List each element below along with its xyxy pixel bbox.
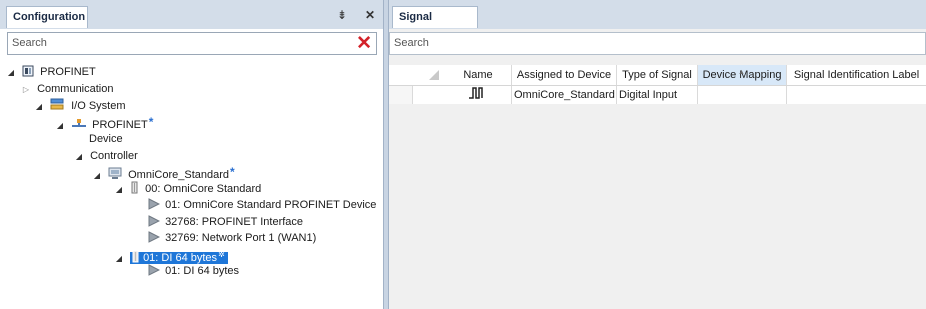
submodule-icon xyxy=(148,198,161,215)
expand-arrow-icon[interactable]: ◢ xyxy=(6,65,16,81)
cell-type-of-signal[interactable]: Digital Input xyxy=(617,86,698,104)
modified-marker-icon: ✲ xyxy=(218,250,225,259)
module-icon xyxy=(131,250,141,268)
expand-arrow-icon[interactable]: ◢ xyxy=(114,251,124,267)
signal-search-input[interactable]: Search xyxy=(389,32,926,55)
expand-arrow-icon[interactable]: ◢ xyxy=(34,99,44,115)
tree-item-omnicore-standard[interactable]: ◢ OmniCore_Standard* xyxy=(92,164,235,181)
column-header-signal-identification-label[interactable]: Signal Identification Label xyxy=(787,65,926,85)
tree-label: OmniCore_Standard xyxy=(128,169,230,181)
tab-configuration-label: Configuration xyxy=(13,11,86,23)
tree-label: 01: DI 64 bytes xyxy=(165,265,240,277)
profinet-root-icon xyxy=(22,65,35,82)
table-row[interactable]: OmniCore_Standard Digital Input xyxy=(389,86,926,104)
tree-item-submodule-01[interactable]: 01: OmniCore Standard PROFINET Device xyxy=(148,197,376,213)
row-header-corner xyxy=(389,65,445,85)
configuration-search-input[interactable]: Search ✕ xyxy=(7,32,377,55)
grid-header: Name Assigned to Device Type of Signal ▲… xyxy=(389,65,926,86)
signal-editor-panel: Signal Editor✕ Search Name Assigned to D… xyxy=(389,0,926,309)
clear-search-icon[interactable]: ✕ xyxy=(356,33,372,54)
tree-label: 00: OmniCore Standard xyxy=(145,183,262,195)
configuration-panel: Configuration ⇟ ✕ Search ✕ ◢ PROFINET ▷ … xyxy=(0,0,383,309)
tree-item-submodule-32768[interactable]: 32768: PROFINET Interface xyxy=(148,214,303,230)
modified-asterisk: * xyxy=(230,165,235,179)
column-header-device-mapping[interactable]: ▲ Device Mapping xyxy=(698,65,787,85)
tree-label: I/O System xyxy=(71,100,126,112)
expand-arrow-icon[interactable]: ◢ xyxy=(55,118,65,134)
tree-item-module-01-selected[interactable]: ◢ 01: DI 64 bytes✲ xyxy=(114,247,228,264)
tree-label: 32768: PROFINET Interface xyxy=(165,216,304,228)
cell-name[interactable] xyxy=(445,86,512,104)
tree-item-profinet-root[interactable]: ◢ PROFINET xyxy=(6,64,96,80)
tab-signal-editor[interactable]: Signal Editor✕ xyxy=(392,6,478,45)
network-icon xyxy=(71,118,87,135)
signal-editor-tabbar: Signal Editor✕ xyxy=(389,0,926,45)
close-panel-icon[interactable]: ✕ xyxy=(365,8,375,22)
tree-item-submodule-32769[interactable]: 32769: Network Port 1 (WAN1) xyxy=(148,230,316,246)
tree-label: Communication xyxy=(37,83,114,95)
expand-arrow-icon[interactable]: ◢ xyxy=(74,149,84,165)
tree-item-profinet[interactable]: ◢ PROFINET* xyxy=(55,114,154,131)
tree-label: 01: OmniCore Standard PROFINET Device xyxy=(165,199,377,211)
tab-configuration[interactable]: Configuration xyxy=(6,6,88,28)
module-icon xyxy=(130,181,140,199)
column-header-assigned-to-device[interactable]: Assigned to Device xyxy=(512,65,617,85)
tree-label: Device xyxy=(89,133,123,145)
modified-asterisk: * xyxy=(148,115,154,129)
signal-grid: Name Assigned to Device Type of Signal ▲… xyxy=(389,62,926,309)
search-placeholder: Search xyxy=(12,37,47,49)
tree-item-communication[interactable]: ▷ Communication xyxy=(21,81,114,98)
search-placeholder: Search xyxy=(394,37,429,49)
row-header-cell[interactable] xyxy=(389,86,413,104)
sort-indicator-icon: ▲ xyxy=(738,69,745,76)
submodule-icon xyxy=(148,231,161,248)
column-header-type-of-signal[interactable]: Type of Signal xyxy=(617,65,698,85)
digital-signal-icon xyxy=(468,86,486,104)
tree-item-module-00[interactable]: ◢ 00: OmniCore Standard xyxy=(114,181,261,197)
column-header-name[interactable]: Name xyxy=(445,65,512,85)
tree-item-controller[interactable]: ◢ Controller xyxy=(74,148,138,164)
cell-signal-identification-label[interactable] xyxy=(787,86,926,104)
tree-label: PROFINET xyxy=(92,119,148,131)
tree-item-submodule-di[interactable]: 01: DI 64 bytes xyxy=(148,263,239,279)
tree-label: Controller xyxy=(90,150,138,162)
cell-device-mapping[interactable] xyxy=(698,86,787,104)
configuration-tabbar: Configuration ⇟ ✕ xyxy=(0,0,383,29)
pin-dropdown-icon[interactable]: ⇟ xyxy=(337,8,347,22)
collapsed-arrow-icon[interactable]: ▷ xyxy=(21,82,31,98)
tree-item-io-system[interactable]: ◢ I/O System xyxy=(34,98,126,114)
tree-item-device[interactable]: Device xyxy=(89,131,123,147)
expand-arrow-icon[interactable]: ◢ xyxy=(114,182,124,198)
submodule-icon xyxy=(148,264,161,281)
tree-label: PROFINET xyxy=(40,66,96,78)
tree-label: 32769: Network Port 1 (WAN1) xyxy=(165,232,317,244)
expand-arrow-icon[interactable]: ◢ xyxy=(92,168,102,184)
cell-assigned-to-device[interactable]: OmniCore_Standard xyxy=(512,86,617,104)
